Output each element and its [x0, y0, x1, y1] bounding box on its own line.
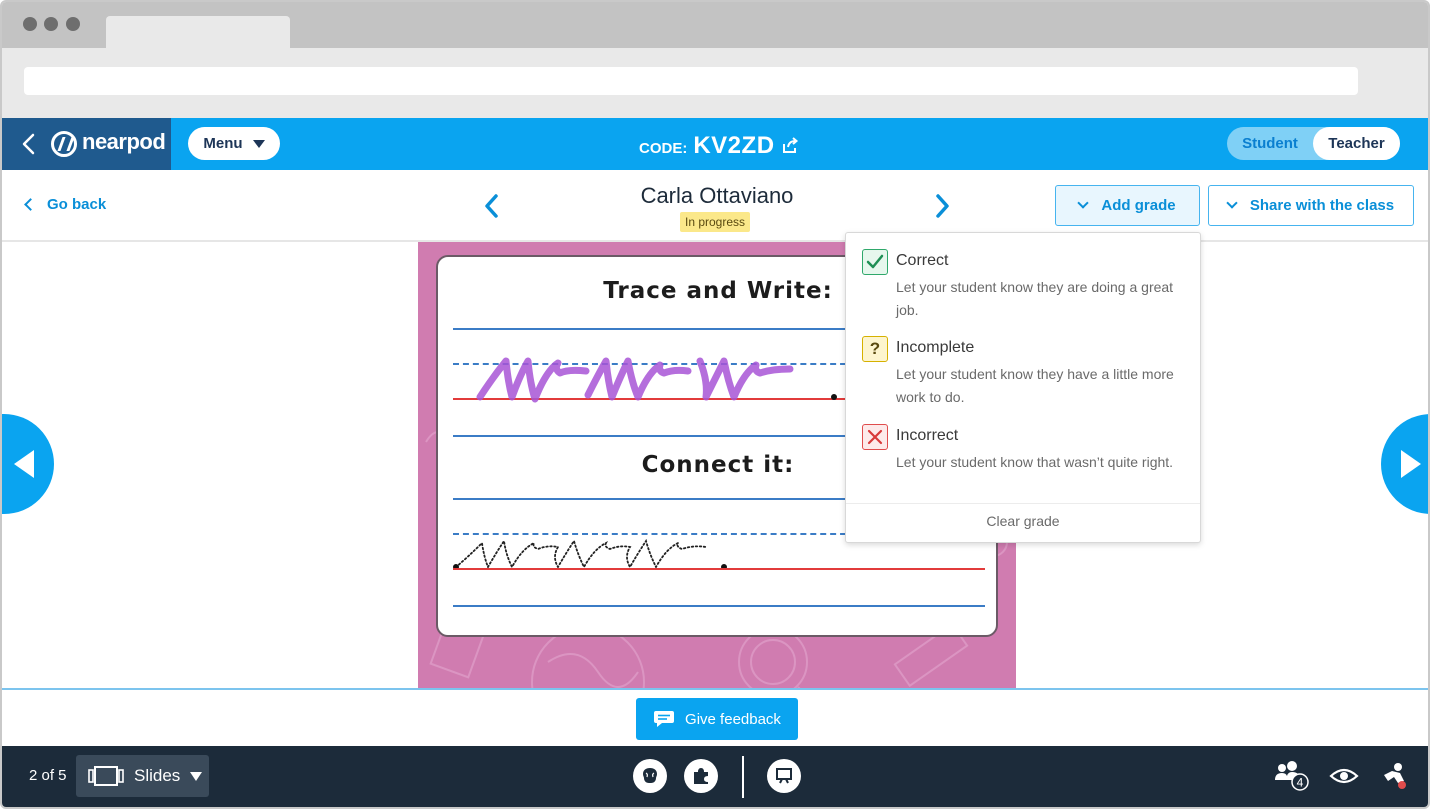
arrow-right-icon [1401, 450, 1421, 478]
grade-option-correct[interactable]: Correct Let your student know they are d… [846, 249, 1200, 327]
question-icon: ? [862, 336, 888, 362]
role-student-option[interactable]: Student [1227, 127, 1313, 160]
share-with-class-button[interactable]: Share with the class [1208, 185, 1414, 226]
eye-icon[interactable] [1329, 762, 1359, 790]
grade-option-description: Let your student know they are doing a g… [896, 279, 1174, 318]
nearpod-logo-text: nearpod [82, 129, 166, 154]
clear-grade-button[interactable]: Clear grade [846, 513, 1200, 529]
puzzle-icon [694, 768, 708, 784]
session-code: CODE: KV2ZD [639, 132, 799, 160]
share-with-class-label: Share with the class [1249, 197, 1395, 214]
next-slide-button[interactable] [1381, 414, 1428, 514]
caret-down-icon [252, 139, 265, 148]
role-toggle: Student Teacher [1227, 127, 1400, 160]
give-feedback-button[interactable]: Give feedback [636, 698, 798, 740]
x-icon [862, 424, 888, 450]
window-close-dot[interactable] [23, 17, 37, 31]
go-back-link[interactable]: Go back [24, 196, 107, 213]
back-chevron-icon[interactable] [18, 132, 40, 156]
raise-hand-icon[interactable] [1380, 761, 1410, 791]
grade-option-title: Incomplete [896, 339, 975, 356]
grade-option-description: Let your student know they have a little… [896, 366, 1174, 405]
browser-tab[interactable] [106, 16, 290, 48]
grade-menu-divider [846, 503, 1200, 504]
give-feedback-label: Give feedback [685, 710, 781, 728]
nearpod-logo-icon [51, 131, 77, 157]
slides-menu-button[interactable]: Slides [76, 755, 209, 797]
previous-slide-button[interactable] [2, 414, 54, 514]
address-bar[interactable] [24, 67, 1358, 95]
chevron-down-icon [1077, 196, 1090, 209]
add-grade-button[interactable]: Add grade [1055, 185, 1200, 226]
caret-down-icon [190, 771, 203, 781]
connect-line-bottom [453, 605, 985, 607]
browser-title-bar [2, 2, 1428, 48]
participants-icon[interactable]: 4 [1274, 760, 1310, 792]
chat-bubble-icon [654, 711, 675, 727]
check-icon [862, 249, 888, 275]
menu-button[interactable]: Menu [188, 127, 280, 160]
activities-button[interactable] [684, 759, 718, 793]
grade-option-incorrect[interactable]: Incorrect Let your student know that was… [846, 424, 1200, 502]
toolbar-divider [742, 756, 744, 798]
previous-student-button[interactable] [480, 192, 504, 220]
logo-area: nearpod [2, 118, 171, 170]
next-student-button[interactable] [930, 192, 954, 220]
code-value: KV2ZD [693, 132, 775, 159]
student-response-header: Go back Carla Ottaviano In progress Add … [2, 170, 1428, 242]
window-maximize-dot[interactable] [66, 17, 80, 31]
menu-button-label: Menu [203, 135, 243, 152]
whiteboard-button[interactable] [767, 759, 801, 793]
window-minimize-dot[interactable] [44, 17, 58, 31]
grade-option-incomplete[interactable]: ? Incomplete Let your student know they … [846, 336, 1200, 414]
status-badge: In progress [680, 212, 751, 232]
slide-viewer: Trace and Write: Connect it: [2, 242, 1428, 688]
connect-line-base [453, 568, 985, 570]
chevron-left-icon [24, 198, 37, 211]
grade-option-title: Correct [896, 252, 949, 269]
brain-icon [643, 768, 657, 783]
brain-tool-button[interactable] [633, 759, 667, 793]
slides-label: Slides [134, 766, 181, 785]
whiteboard-icon [776, 768, 792, 784]
slide-counter: 2 of 5 [29, 767, 67, 784]
bottom-toolbar: 2 of 5 Slides 4 [2, 746, 1428, 807]
feedback-strip: Give feedback [2, 688, 1428, 746]
student-name: Carla Ottaviano [640, 183, 794, 208]
role-teacher-option[interactable]: Teacher [1313, 127, 1400, 160]
add-grade-dropdown: Correct Let your student know they are d… [845, 232, 1201, 543]
slides-icon [88, 766, 124, 786]
code-label: CODE: [639, 140, 688, 157]
participants-count: 4 [1297, 776, 1304, 790]
arrow-left-icon [14, 450, 34, 478]
add-grade-label: Add grade [1101, 197, 1176, 214]
browser-toolbar [2, 48, 1428, 118]
chevron-down-icon [1226, 196, 1238, 209]
grade-option-description: Let your student know that wasn’t quite … [896, 454, 1174, 470]
go-back-label: Go back [47, 196, 107, 213]
grade-option-title: Incorrect [896, 427, 959, 444]
browser-window: nearpod Menu CODE: KV2ZD Student Teacher… [0, 0, 1430, 809]
app-top-bar: nearpod Menu CODE: KV2ZD Student Teacher [2, 118, 1428, 170]
share-code-icon[interactable] [781, 137, 799, 155]
